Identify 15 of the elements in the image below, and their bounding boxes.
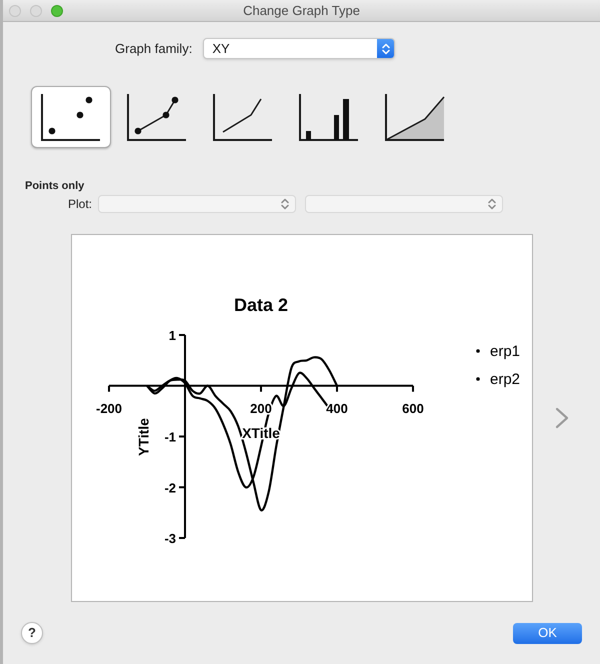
axis-tick-label: -1: [164, 430, 176, 444]
chart-title: Data 2: [234, 295, 288, 315]
legend-label: erp2: [490, 371, 520, 388]
subtype-heading: Points only: [25, 179, 84, 193]
axis-tick-label: 1: [168, 328, 176, 343]
axis-tick-label: -200: [96, 400, 122, 416]
y-axis-title: YTitle: [136, 418, 152, 456]
axis-tick-label: 400: [326, 400, 348, 416]
legend-label: erp1: [490, 343, 520, 360]
axis-tick-label: -3: [164, 531, 176, 546]
graph-family-label: Graph family:: [115, 40, 192, 58]
axis-tick-label: 600: [402, 400, 424, 416]
axis-tick-label: -2: [164, 480, 176, 496]
window-title: Change Graph Type: [243, 2, 360, 20]
plot-label: Plot:: [68, 196, 92, 213]
